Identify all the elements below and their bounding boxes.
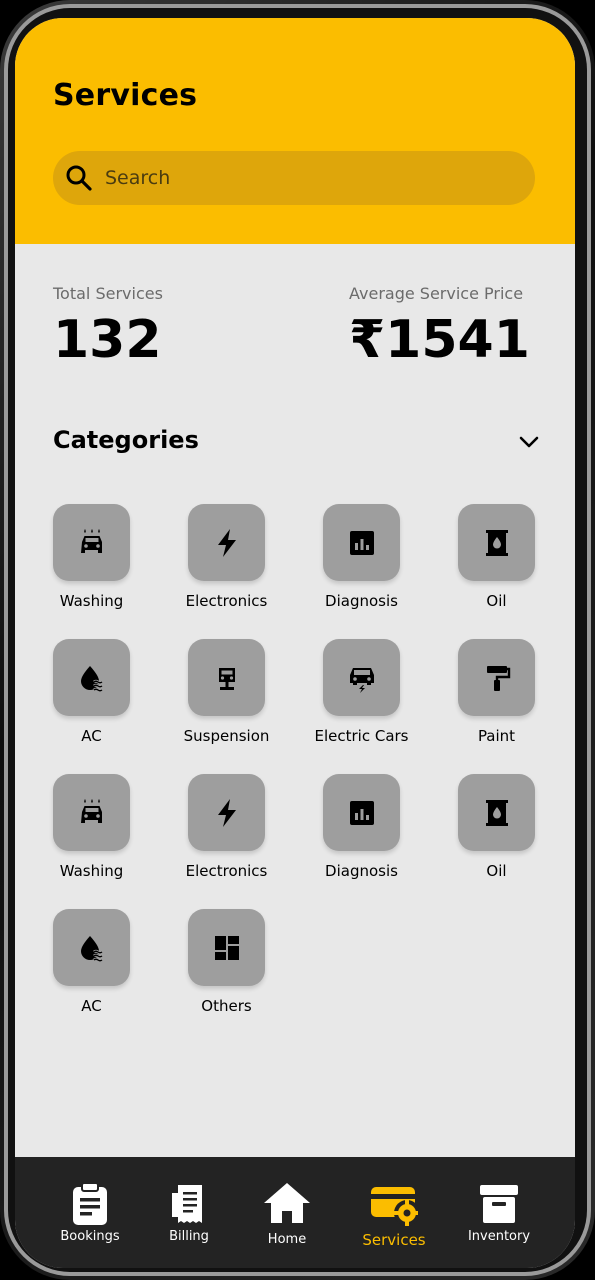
nav-item-bookings[interactable]: Bookings [40, 1157, 140, 1257]
water-drop-icon [80, 935, 103, 962]
category-tile [53, 504, 130, 581]
category-tile [458, 504, 535, 581]
chart-icon [349, 530, 374, 555]
category-diagnosis[interactable]: Diagnosis [300, 774, 420, 894]
category-label: Suspension [183, 727, 270, 745]
nav-label: Home [267, 1232, 307, 1247]
app-screen: Services Total Services 132 Average Serv… [15, 18, 575, 1268]
page-title: Services [53, 78, 198, 113]
total-services-label: Total Services [53, 284, 163, 303]
category-label: Electronics [185, 862, 268, 880]
receipt-icon [172, 1185, 202, 1223]
category-electronics[interactable]: Electronics [165, 774, 285, 894]
home-icon [264, 1183, 310, 1223]
category-label: Oil [486, 862, 507, 880]
category-tile [53, 639, 130, 716]
grid-icon [214, 935, 239, 960]
nav-item-services[interactable]: Services [344, 1157, 444, 1257]
lightning-icon [217, 528, 236, 557]
category-ac[interactable]: AC [30, 909, 150, 1029]
header: Services [15, 18, 575, 244]
category-tile [458, 774, 535, 851]
category-diagnosis[interactable]: Diagnosis [300, 504, 420, 624]
category-label: Diagnosis [325, 862, 398, 880]
category-tile [53, 909, 130, 986]
category-label: Oil [486, 592, 507, 610]
paint-roller-icon [486, 665, 510, 691]
category-label: Electronics [185, 592, 268, 610]
chart-icon [349, 800, 374, 825]
search-input[interactable] [105, 151, 505, 205]
electric-car-icon [349, 667, 374, 693]
category-tile [188, 639, 265, 716]
category-label: Paint [477, 727, 516, 745]
nav-label: Inventory [467, 1229, 531, 1244]
category-tile [458, 639, 535, 716]
category-oil[interactable]: Oil [435, 774, 555, 894]
category-label: AC [81, 997, 102, 1015]
category-label: Washing [59, 862, 124, 880]
chevron-down-icon[interactable] [515, 428, 543, 456]
category-label: Electric Cars [314, 727, 409, 745]
total-services-value: 132 [53, 310, 162, 370]
bottom-nav: Bookings Billing Home Services Inventory [15, 1157, 575, 1268]
oil-barrel-icon [485, 799, 508, 826]
categories-title: Categories [53, 426, 199, 454]
average-price-value: ₹1541 [349, 310, 530, 370]
category-washing[interactable]: Washing [30, 504, 150, 624]
category-suspension[interactable]: Suspension [165, 639, 285, 759]
nav-item-inventory[interactable]: Inventory [449, 1157, 549, 1257]
category-tile [323, 639, 400, 716]
category-label: Washing [59, 592, 124, 610]
category-electric-cars[interactable]: Electric Cars [300, 639, 420, 759]
average-price-label: Average Service Price [349, 284, 524, 303]
lightning-icon [217, 798, 236, 827]
category-label: Diagnosis [325, 592, 398, 610]
category-electronics[interactable]: Electronics [165, 504, 285, 624]
suspension-icon [218, 667, 235, 690]
car-wash-icon [80, 798, 102, 823]
water-drop-icon [80, 665, 103, 692]
category-oil[interactable]: Oil [435, 504, 555, 624]
category-others[interactable]: Others [165, 909, 285, 1029]
nav-label: Services [362, 1231, 426, 1249]
category-tile [323, 504, 400, 581]
category-paint[interactable]: Paint [435, 639, 555, 759]
nav-item-billing[interactable]: Billing [139, 1157, 239, 1257]
oil-barrel-icon [485, 529, 508, 556]
services-gear-icon [371, 1187, 419, 1226]
clipboard-icon [73, 1182, 107, 1225]
car-wash-icon [80, 528, 102, 553]
nav-label: Bookings [60, 1229, 120, 1244]
category-label: AC [81, 727, 102, 745]
category-tile [323, 774, 400, 851]
category-tile [188, 774, 265, 851]
category-ac[interactable]: AC [30, 639, 150, 759]
category-washing[interactable]: Washing [30, 774, 150, 894]
nav-label: Billing [169, 1229, 209, 1244]
search-bar[interactable] [53, 151, 535, 205]
category-tile [53, 774, 130, 851]
category-tile [188, 909, 265, 986]
nav-item-home[interactable]: Home [237, 1157, 337, 1257]
category-tile [188, 504, 265, 581]
category-label: Others [201, 997, 252, 1015]
archive-box-icon [480, 1185, 518, 1223]
search-icon [66, 165, 92, 191]
